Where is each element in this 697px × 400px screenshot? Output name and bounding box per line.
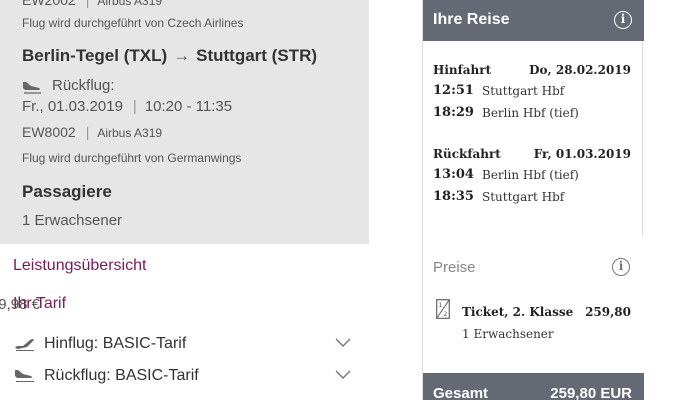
trip-summary-header: Ihre Reise i (423, 0, 644, 41)
rueckflug-tarif-label: Rückflug: BASIC-Tarif (44, 367, 199, 384)
ticket-passengers: 1 Erwachsener (462, 327, 554, 341)
svg-text:2: 2 (444, 311, 448, 318)
outbound-flight-line: EW2002 | Airbus A319 (22, 0, 162, 8)
return-trip-date: Fr, 01.03.2019 (533, 147, 631, 161)
return-route: Berlin-Tegel (TXL) → Stuttgart (STR) (22, 46, 317, 66)
route-arrow-icon: → (173, 46, 191, 65)
return-label: Rückflug: (52, 77, 115, 94)
plane-arrival-icon (15, 370, 34, 382)
outbound-operator: Flug wird durchgeführt von Czech Airline… (22, 16, 244, 30)
total-label: Gesamt (433, 385, 489, 400)
outbound-departure-time: 12:51 (433, 83, 474, 98)
trip-summary-title: Ihre Reise (433, 11, 510, 28)
return-date: Fr., 01.03.2019 (22, 98, 123, 115)
flight-details-column: EW2002 | Airbus A319 Flug wird durchgeführ… (0, 0, 369, 400)
plane-departure-icon (15, 339, 34, 351)
info-icon[interactable]: i (614, 11, 632, 29)
outbound-date: Do, 28.02.2019 (529, 63, 631, 77)
outbound-departure-station: Stuttgart Hbf (482, 84, 565, 98)
return-operator: Flug wird durchgeführt von Germanwings (22, 151, 242, 165)
outbound-arrival-station: Berlin Hbf (tief) (482, 106, 579, 120)
svg-text:1: 1 (439, 302, 443, 309)
return-arrival-time: 18:35 (433, 189, 474, 204)
return-flight-number: EW8002 (22, 124, 76, 140)
trip-summary-panel: Ihre Reise i Hinfahrt Do, 28.02.2019 12:… (422, 0, 644, 400)
prices-title: Preise (433, 259, 476, 276)
route-origin: Berlin-Tegel (TXL) (22, 46, 168, 65)
total-value: 259,80 EUR (550, 385, 632, 400)
outbound-aircraft: Airbus A319 (97, 0, 163, 8)
total-bar: Gesamt 259,80 EUR (423, 373, 644, 400)
ticket-price: 259,80 (585, 305, 631, 319)
plane-arrival-icon (23, 82, 41, 94)
chevron-down-icon[interactable] (335, 370, 351, 380)
passengers-value: 1 Erwachsener (22, 212, 123, 229)
prices-info-icon[interactable]: i (612, 258, 630, 276)
return-departure-station: Berlin Hbf (tief) (482, 168, 579, 182)
outbound-flight-number: EW2002 (22, 0, 76, 8)
ticket-icon: 1 2 (436, 299, 450, 319)
ticket-label: Ticket, 2. Klasse (462, 305, 574, 319)
chevron-down-icon[interactable] (335, 338, 351, 348)
route-destination: Stuttgart (STR) (196, 46, 318, 65)
tarif-price: 119,98 € (0, 296, 40, 313)
outbound-label: Hinfahrt (433, 63, 492, 77)
return-aircraft: Airbus A319 (97, 126, 163, 140)
return-arrival-station: Stuttgart Hbf (482, 190, 565, 204)
passengers-title: Passagiere (22, 182, 112, 201)
return-time: 10:20 - 11:35 (144, 98, 233, 115)
overview-title: Leistungsübersicht (13, 257, 147, 274)
outbound-arrival-time: 18:29 (433, 105, 474, 120)
return-trip-label: Rückfahrt (433, 147, 501, 161)
return-date-time: Fr., 01.03.2019 | 10:20 - 11:35 (22, 98, 233, 115)
flight-details-box (0, 0, 369, 244)
return-departure-time: 13:04 (433, 167, 474, 182)
hinflug-tarif-label: Hinflug: BASIC-Tarif (44, 335, 187, 352)
return-flight-line: EW8002 | Airbus A319 (22, 124, 163, 140)
